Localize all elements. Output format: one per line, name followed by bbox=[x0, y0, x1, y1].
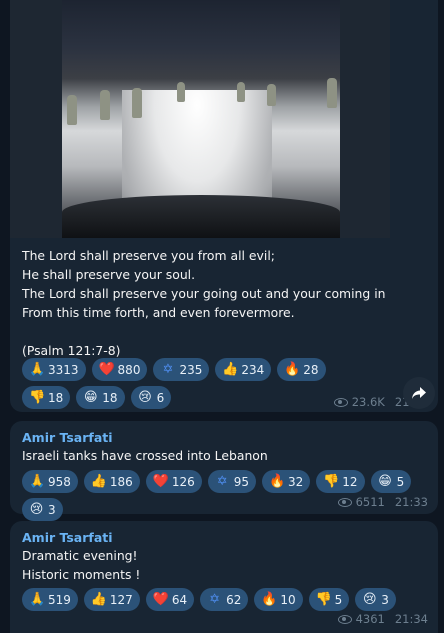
reaction-thumbs-up[interactable]: 👍 127 bbox=[83, 588, 140, 611]
eye-icon bbox=[337, 497, 352, 507]
reaction-pray[interactable]: 🙏 3313 bbox=[22, 358, 86, 381]
reaction-heart[interactable]: ❤️ 64 bbox=[145, 588, 195, 611]
reaction-heart[interactable]: ❤️ 126 bbox=[145, 470, 202, 493]
timestamp: 21:34 bbox=[394, 612, 428, 626]
reaction-star-of-david[interactable]: ✡ 235 bbox=[153, 358, 210, 381]
message-bubble-2[interactable]: Amir Tsarfati Israeli tanks have crossed… bbox=[10, 421, 438, 521]
reaction-star-of-david[interactable]: ✡ 95 bbox=[207, 470, 256, 493]
message-meta: 6511 21:33 bbox=[337, 495, 428, 509]
message-bubble-1[interactable]: The Lord shall preserve you from all evi… bbox=[10, 0, 438, 412]
reaction-thumbs-down[interactable]: 👎 12 bbox=[316, 470, 365, 493]
message-bubble-3[interactable]: Amir Tsarfati Dramatic evening! Historic… bbox=[10, 521, 438, 633]
view-count: 6511 bbox=[355, 495, 385, 509]
message-text: The Lord shall preserve you from all evi… bbox=[22, 248, 386, 358]
reaction-heart[interactable]: ❤️ 880 bbox=[91, 358, 148, 381]
reaction-pray[interactable]: 🙏 519 bbox=[22, 588, 78, 611]
reactions-bar: 🙏 3313 ❤️ 880 ✡ 235 👍 234 🔥 28 👎 18 😁 18 😢 6 bbox=[22, 358, 362, 409]
reaction-pray[interactable]: 🙏 958 bbox=[22, 470, 78, 493]
message-text: Dramatic evening! Historic moments ! bbox=[22, 548, 141, 582]
message-meta: 4361 21:34 bbox=[337, 612, 428, 626]
reaction-fire[interactable]: 🔥 10 bbox=[254, 588, 303, 611]
eye-icon bbox=[333, 397, 348, 407]
view-count: 23.6K bbox=[351, 395, 385, 409]
sender-name[interactable]: Amir Tsarfati bbox=[22, 430, 113, 445]
reaction-grin[interactable]: 😁 5 bbox=[370, 470, 412, 493]
night-convoy-photo bbox=[62, 0, 340, 238]
reaction-cry[interactable]: 😢 3 bbox=[22, 498, 63, 521]
sender-name[interactable]: Amir Tsarfati bbox=[22, 530, 113, 545]
reaction-fire[interactable]: 🔥 28 bbox=[277, 358, 326, 381]
reaction-fire[interactable]: 🔥 32 bbox=[262, 470, 311, 493]
view-count: 4361 bbox=[355, 612, 385, 626]
reaction-thumbs-up[interactable]: 👍 186 bbox=[83, 470, 140, 493]
reaction-grin[interactable]: 😁 18 bbox=[76, 386, 125, 409]
timestamp: 21:33 bbox=[394, 495, 428, 509]
share-icon bbox=[412, 387, 426, 399]
reaction-cry[interactable]: 😢 3 bbox=[355, 588, 396, 611]
reaction-thumbs-down[interactable]: 👎 18 bbox=[22, 386, 71, 409]
message-photo[interactable] bbox=[10, 0, 390, 238]
reaction-cry[interactable]: 😢 6 bbox=[130, 386, 172, 409]
reaction-thumbs-up[interactable]: 👍 234 bbox=[215, 358, 272, 381]
eye-icon bbox=[337, 614, 352, 624]
message-text: Israeli tanks have crossed into Lebanon bbox=[22, 448, 268, 463]
reaction-thumbs-down[interactable]: 👎 5 bbox=[308, 588, 350, 611]
reaction-star-of-david[interactable]: ✡ 62 bbox=[200, 588, 249, 611]
reactions-bar: 🙏 519 👍 127 ❤️ 64 ✡ 62 🔥 10 👎 5 😢 3 bbox=[22, 588, 432, 611]
share-button[interactable] bbox=[403, 377, 435, 409]
